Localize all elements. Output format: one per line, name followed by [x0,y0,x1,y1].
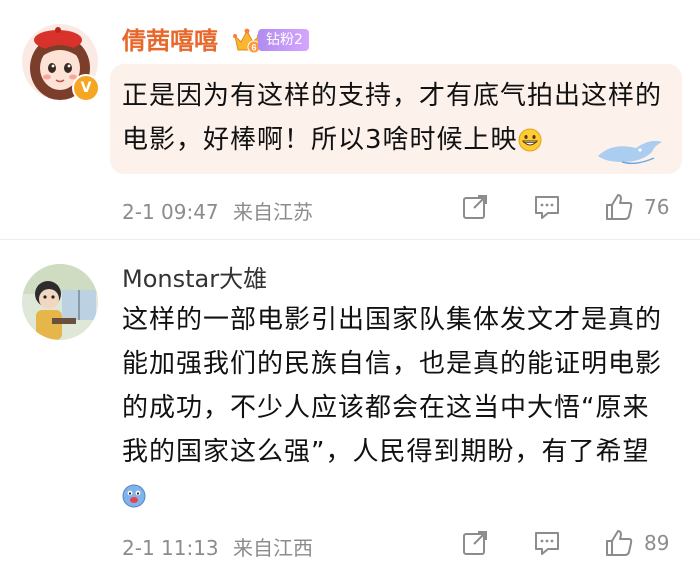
avatar[interactable] [22,264,98,340]
verified-badge-icon: V [72,74,100,102]
share-icon[interactable] [460,528,490,558]
comment-location: 来自江西 [233,536,314,560]
comment-actions: 76 [460,192,669,222]
like-count: 89 [644,531,670,555]
comment-text: 这样的一部电影引出国家队集体发文才是真的能加强我们的民族自信，也是真的能证明电影… [122,298,670,518]
comment-icon[interactable] [532,192,562,222]
comment-date: 2-1 09:47 [122,200,219,224]
username[interactable]: 倩茜嘻嘻 [122,26,218,56]
like-count: 76 [644,195,670,219]
username[interactable]: Monstar大雄 [122,264,267,294]
grin-icon [518,128,542,152]
share-icon[interactable] [460,192,490,222]
badge-label: 钻粉2 [258,29,309,51]
comment-text: 正是因为有这样的支持，才有底气拍出这样的电影，好棒啊！所以3啥时候上映 [122,81,663,155]
comment-item: Monstar大雄 这样的一部电影引出国家队集体发文才是真的能加强我们的民族自信… [0,240,700,583]
like-icon [606,194,633,220]
like-button[interactable]: 76 [604,192,669,222]
comment-actions: 89 [460,528,669,558]
like-button[interactable]: 89 [604,528,669,558]
comment-meta: 2-1 09:47 来自江苏 [122,196,313,225]
comment-location: 来自江苏 [233,200,314,224]
blue-face-icon [122,484,146,508]
svg-text:6: 6 [251,43,256,53]
like-icon [606,530,633,556]
comment-item: V 倩茜嘻嘻 6 钻粉2 正是因为有这样的支持，才有底气拍出这样的电影，好棒啊！… [0,0,700,240]
comment-date: 2-1 11:13 [122,536,219,560]
fan-badge[interactable]: 6 钻粉2 [232,26,309,54]
comment-icon[interactable] [532,528,562,558]
comment-meta: 2-1 11:13 来自江西 [122,532,313,561]
